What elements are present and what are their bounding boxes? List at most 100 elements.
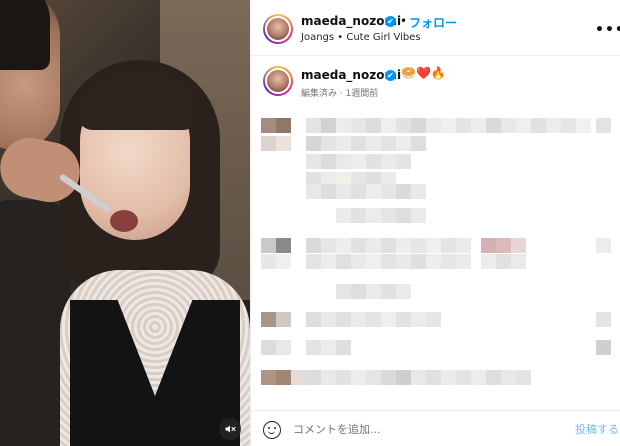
mosaic-block xyxy=(396,208,411,223)
mosaic-block xyxy=(456,370,471,385)
mosaic-block xyxy=(426,370,441,385)
mosaic-block xyxy=(381,184,396,199)
mosaic-block xyxy=(351,154,366,169)
mosaic-block xyxy=(396,184,411,199)
mosaic-block xyxy=(276,118,291,133)
mosaic-block xyxy=(426,238,441,253)
mosaic-block xyxy=(396,254,411,269)
mosaic-block xyxy=(381,254,396,269)
mosaic-block xyxy=(381,136,396,151)
mosaic-block xyxy=(381,154,396,169)
caption: maeda_nozomi ✔ 🥯❤️🔥 編集済み · 1週間前 xyxy=(251,62,620,102)
mosaic-block xyxy=(456,238,471,253)
comment-composer: コメントを追加... 投稿する xyxy=(251,410,620,446)
mosaic-block xyxy=(321,136,336,151)
mosaic-block xyxy=(366,284,381,299)
post-comment-button[interactable]: 投稿する xyxy=(575,421,619,437)
caption-meta: 編集済み · 1週間前 xyxy=(301,89,379,99)
mosaic-block xyxy=(336,238,351,253)
mosaic-block xyxy=(351,312,366,327)
woman-mouth xyxy=(110,210,138,232)
mosaic-block xyxy=(351,284,366,299)
mosaic-block xyxy=(336,184,351,199)
mosaic-block xyxy=(486,118,501,133)
mosaic-block xyxy=(471,370,486,385)
mosaic-block xyxy=(261,238,276,253)
mosaic-block xyxy=(596,118,611,133)
mosaic-block xyxy=(496,238,511,253)
mosaic-block xyxy=(321,118,336,133)
mosaic-block xyxy=(351,370,366,385)
mosaic-block xyxy=(411,118,426,133)
mosaic-block xyxy=(456,254,471,269)
mosaic-block xyxy=(411,238,426,253)
mosaic-block xyxy=(366,184,381,199)
mosaic-block xyxy=(321,370,336,385)
separator-dot: • xyxy=(400,14,408,28)
mosaic-block xyxy=(366,208,381,223)
mosaic-block xyxy=(306,118,321,133)
mosaic-block xyxy=(411,312,426,327)
mosaic-block xyxy=(481,238,496,253)
mosaic-block xyxy=(366,238,381,253)
mosaic-block xyxy=(411,254,426,269)
mosaic-block xyxy=(381,118,396,133)
mosaic-block xyxy=(481,254,496,269)
mosaic-block xyxy=(321,340,336,355)
caption-avatar[interactable] xyxy=(263,66,293,96)
verified-badge-icon: ✔ xyxy=(385,16,396,27)
mosaic-block xyxy=(511,238,526,253)
mosaic-block xyxy=(426,118,441,133)
mosaic-block xyxy=(411,184,426,199)
post-header: maeda_nozomi ✔ • フォロー Joangs • Cute Girl… xyxy=(251,0,620,56)
post-media[interactable] xyxy=(0,0,250,446)
mosaic-block xyxy=(501,370,516,385)
mosaic-block xyxy=(336,312,351,327)
more-options-icon[interactable]: ••• xyxy=(595,22,620,38)
woman-bangs xyxy=(78,72,198,130)
mosaic-block xyxy=(381,312,396,327)
mosaic-block xyxy=(306,340,321,355)
follow-button[interactable]: フォロー xyxy=(409,14,457,31)
mosaic-block xyxy=(511,254,526,269)
mosaic-block xyxy=(516,370,531,385)
mosaic-block xyxy=(306,238,321,253)
mosaic-block xyxy=(261,136,276,151)
mosaic-block xyxy=(321,154,336,169)
mosaic-block xyxy=(496,254,511,269)
mosaic-block xyxy=(321,254,336,269)
mosaic-block xyxy=(441,254,456,269)
mosaic-block xyxy=(396,370,411,385)
mosaic-block xyxy=(411,208,426,223)
mosaic-block xyxy=(321,184,336,199)
mosaic-block xyxy=(306,154,321,169)
caption-verified-badge-icon: ✔ xyxy=(385,70,396,81)
mosaic-block xyxy=(531,118,546,133)
avatar[interactable] xyxy=(263,14,293,44)
mosaic-block xyxy=(306,370,321,385)
post-modal: maeda_nozomi ✔ • フォロー Joangs • Cute Girl… xyxy=(0,0,620,446)
mosaic-block xyxy=(336,118,351,133)
mosaic-block xyxy=(321,238,336,253)
mosaic-block xyxy=(261,118,276,133)
mosaic-block xyxy=(351,208,366,223)
caption-emojis: 🥯❤️🔥 xyxy=(401,66,446,80)
mosaic-block xyxy=(546,118,561,133)
mosaic-block xyxy=(261,312,276,327)
mosaic-block xyxy=(306,136,321,151)
mosaic-block xyxy=(261,254,276,269)
comment-input[interactable]: コメントを追加... xyxy=(293,421,381,437)
mosaic-block xyxy=(276,254,291,269)
mosaic-block xyxy=(351,136,366,151)
mosaic-block xyxy=(396,154,411,169)
mosaic-block xyxy=(276,136,291,151)
mosaic-block xyxy=(396,312,411,327)
mosaic-block xyxy=(366,254,381,269)
mosaic-block xyxy=(441,238,456,253)
mosaic-block xyxy=(336,154,351,169)
audio-subtitle[interactable]: Joangs • Cute Girl Vibes xyxy=(301,32,421,43)
mosaic-block xyxy=(336,370,351,385)
emoji-picker-icon[interactable] xyxy=(263,421,281,439)
mute-button[interactable] xyxy=(219,418,241,440)
mosaic-block xyxy=(276,312,291,327)
